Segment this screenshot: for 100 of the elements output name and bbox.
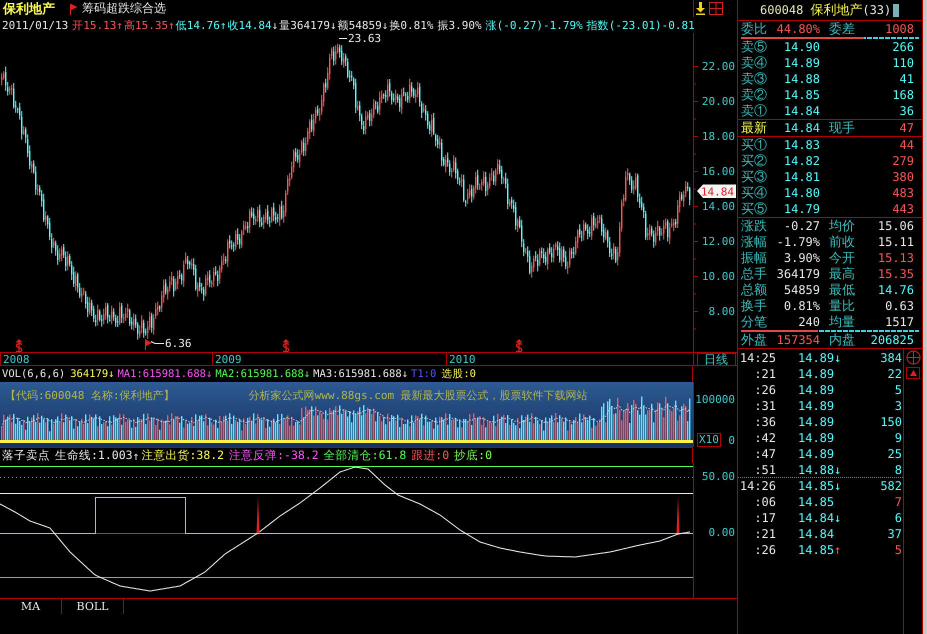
trade-volume: 582 bbox=[880, 478, 902, 492]
signal-marker-icon bbox=[16, 339, 22, 352]
field-value: 3.90% bbox=[784, 250, 820, 266]
trend-arrow: ↓ bbox=[304, 368, 310, 380]
quote-value: 量364179 bbox=[279, 18, 330, 32]
volume-axis-label: 100000 bbox=[695, 393, 735, 407]
stock-name: 保利地产 bbox=[810, 2, 862, 19]
price-axis-label: 12.00 bbox=[702, 235, 735, 248]
year-label: 2009 bbox=[215, 353, 242, 366]
field-label: 分笔 bbox=[741, 314, 767, 330]
crosshair-icon[interactable] bbox=[906, 350, 920, 365]
field-label: 委比 bbox=[741, 22, 767, 36]
trend-arrow: ↓ bbox=[206, 368, 212, 380]
field-value: -0.27 bbox=[784, 218, 820, 234]
trade-volume: 150 bbox=[880, 414, 902, 428]
trade-price: 14.89 bbox=[798, 430, 834, 444]
trade-time: :06 bbox=[754, 494, 776, 508]
price-axis-label: 16.00 bbox=[702, 165, 735, 178]
bid-label: 买① bbox=[741, 138, 767, 152]
field-label: 量比 bbox=[829, 298, 855, 314]
ask-volume: 41 bbox=[900, 72, 914, 86]
field-value: 240 bbox=[798, 314, 820, 330]
field-value: 15.13 bbox=[878, 250, 914, 266]
trend-arrow: ↓ bbox=[834, 350, 842, 364]
field-value: 15.35 bbox=[878, 266, 914, 282]
bid-label: 买② bbox=[741, 154, 767, 168]
field-value: 54859 bbox=[784, 282, 820, 298]
legend-value: T1:0 bbox=[411, 368, 436, 380]
price-axis-label: 10.00 bbox=[702, 270, 735, 283]
leader-line bbox=[338, 38, 348, 39]
trade-time: 14:26 bbox=[740, 478, 776, 492]
field-value: 364179 bbox=[776, 266, 820, 282]
price-axis-label: 14.00 bbox=[702, 200, 735, 213]
trade-time: :21 bbox=[754, 366, 776, 380]
quote-value: 高15.35 bbox=[124, 18, 168, 32]
trade-volume: 384 bbox=[880, 350, 902, 364]
chart-note: 【代码:600048 名称:保利地产】 bbox=[5, 388, 175, 403]
field-value: 15.06 bbox=[878, 218, 914, 234]
ask-price: 14.88 bbox=[784, 72, 820, 86]
bid-label: 买③ bbox=[741, 170, 767, 184]
trend-arrow: ↑ bbox=[116, 18, 123, 32]
quote-value: 换0.81% bbox=[389, 18, 434, 32]
legend-value: 跟进:0 bbox=[411, 448, 450, 463]
current-price-tag: 14.84 bbox=[697, 184, 736, 198]
scroll-up-button[interactable] bbox=[906, 367, 920, 379]
leader-line bbox=[150, 341, 164, 344]
legend-value: 364179 bbox=[70, 368, 108, 380]
field-label: 今开 bbox=[829, 250, 855, 266]
trade-time: 14:25 bbox=[740, 350, 776, 364]
quote-value: 开15.13 bbox=[72, 18, 116, 32]
trade-volume: 8 bbox=[894, 462, 902, 476]
field-label: 最低 bbox=[829, 282, 855, 298]
trade-price: 14.89 bbox=[798, 350, 834, 364]
stock-name: 保利地产 bbox=[3, 0, 55, 18]
trend-arrow: ↓ bbox=[108, 368, 114, 380]
chart-note: 分析家公式网www.88gs.com 最新最大股票公式，股票软件下载网站 bbox=[248, 388, 588, 403]
year-label: 2010 bbox=[449, 353, 476, 366]
indicator-axis-label: 0.00 bbox=[708, 526, 735, 540]
down-arrow-icon[interactable] bbox=[695, 2, 706, 15]
trade-volume: 3 bbox=[894, 398, 902, 412]
field-label: 最新 bbox=[741, 120, 767, 136]
ask-price: 14.89 bbox=[784, 56, 820, 70]
legend-value: VOL(6,6,6) bbox=[2, 368, 66, 380]
field-label: 现手 bbox=[829, 120, 855, 136]
quote-value: 低14.76 bbox=[176, 18, 220, 32]
window-icon[interactable] bbox=[709, 2, 723, 15]
price-axis-label: 22.00 bbox=[702, 60, 735, 73]
bid-volume: 279 bbox=[892, 154, 914, 168]
trade-volume: 7 bbox=[894, 494, 902, 508]
trade-volume: 22 bbox=[888, 366, 902, 380]
indicator-name[interactable]: 筹码超跌综合选 bbox=[82, 0, 166, 17]
trend-arrow: ↑ bbox=[834, 542, 842, 556]
volume-axis-label: 0 bbox=[728, 434, 735, 448]
ask-volume: 168 bbox=[892, 88, 914, 102]
trade-volume: 9 bbox=[894, 430, 902, 444]
stock-code: 600048 bbox=[760, 3, 804, 17]
field-label: 委差 bbox=[829, 22, 855, 36]
trade-price: 14.84 bbox=[798, 526, 834, 540]
quote-value: 额54859 bbox=[338, 18, 382, 32]
trade-price: 14.89 bbox=[798, 398, 834, 412]
indicator-axis-label: 50.00 bbox=[702, 470, 735, 484]
field-value: 206825 bbox=[870, 332, 914, 348]
low-price-label: 6.36 bbox=[165, 337, 192, 350]
stock-count: (33) bbox=[862, 3, 892, 17]
field-value: 14.76 bbox=[878, 282, 914, 298]
field-value: 1008 bbox=[885, 22, 914, 36]
up-triangle-icon bbox=[910, 370, 916, 376]
ask-price: 14.85 bbox=[784, 88, 820, 102]
price-axis-label: 18.00 bbox=[702, 130, 735, 143]
field-label: 涨幅 bbox=[741, 234, 767, 250]
field-value: 0.81% bbox=[784, 298, 820, 314]
signal-marker-icon bbox=[282, 339, 290, 352]
trade-volume: 25 bbox=[888, 446, 902, 460]
legend-value: 落子卖点 bbox=[2, 448, 50, 463]
legend-value: MA1:615981.688 bbox=[117, 368, 206, 380]
ask-price: 14.90 bbox=[784, 40, 820, 54]
quote-value: 涨(-0.27)-1.79% bbox=[486, 18, 583, 32]
trade-price: 14.89 bbox=[798, 446, 834, 460]
quote-value: 2011/01/13 bbox=[2, 18, 68, 32]
period-button[interactable]: 日线 bbox=[697, 352, 736, 366]
